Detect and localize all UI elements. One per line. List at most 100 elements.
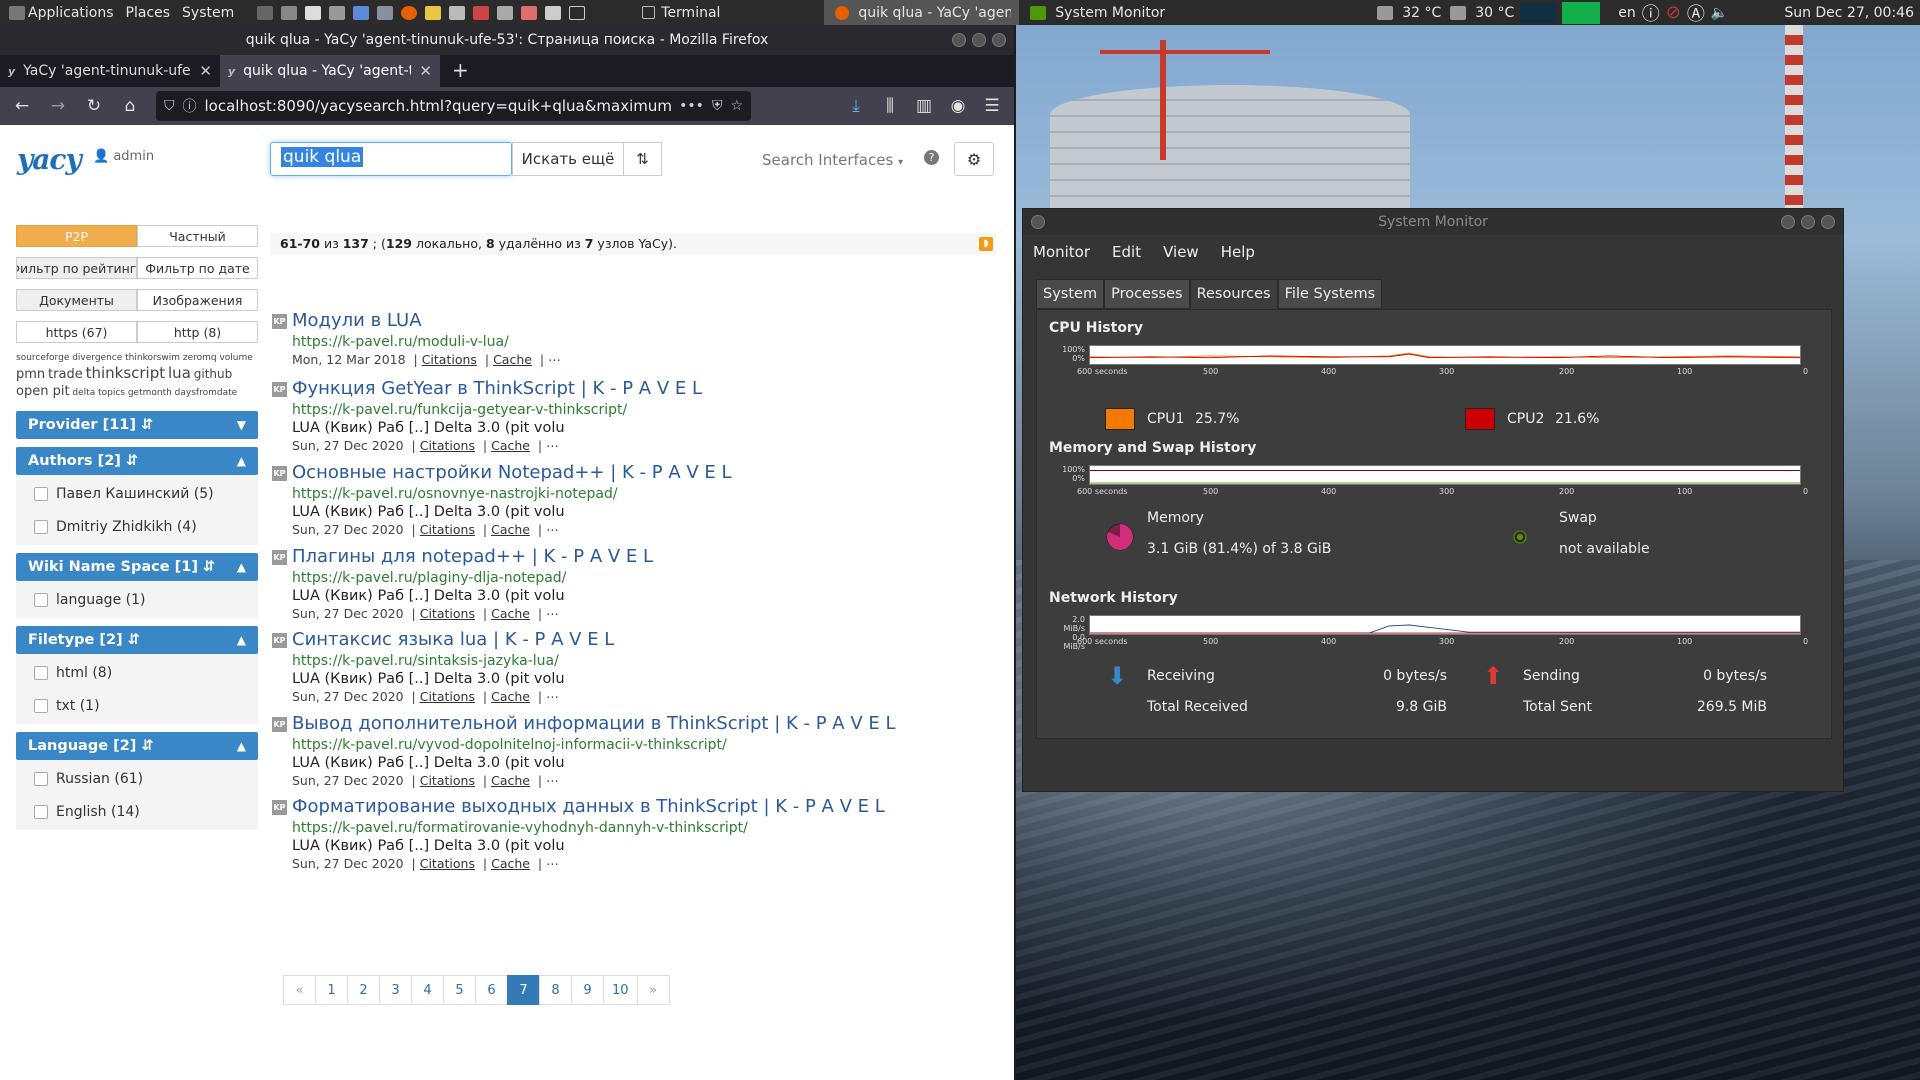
terminal-launcher-icon[interactable] <box>257 5 274 20</box>
filter-by-rank[interactable]: Фильтр по рейтингу <box>16 257 137 279</box>
chevron-up-icon[interactable]: ▲ <box>237 739 246 753</box>
result-url[interactable]: https://k-pavel.ru/sintaksis-jazyka-lua/ <box>292 653 559 669</box>
menu-help[interactable]: Help <box>1221 243 1255 261</box>
page-link[interactable]: 2 <box>347 975 380 1005</box>
calculator-launcher-icon[interactable] <box>281 5 298 20</box>
places-menu[interactable]: Places <box>120 0 177 25</box>
sort-icon[interactable]: ⇵ <box>142 738 154 754</box>
https-filter[interactable]: https (67) <box>16 321 137 343</box>
settings-gear-icon[interactable]: ⚙ <box>954 142 994 176</box>
tab-resources[interactable]: Resources <box>1189 279 1278 309</box>
applications-menu[interactable]: Applications <box>0 0 120 25</box>
sort-icon[interactable]: ⇵ <box>126 453 138 469</box>
cache-link[interactable]: Cache <box>493 352 532 367</box>
facet-item[interactable]: English (14) <box>16 795 258 828</box>
images-toggle[interactable]: Изображения <box>137 289 258 311</box>
result-title[interactable]: Функция GetYear в ThinkScript | K - P A … <box>292 378 702 399</box>
media-launcher-icon[interactable] <box>521 5 538 20</box>
page-link[interactable]: 10 <box>603 975 638 1005</box>
facet-checkbox[interactable] <box>34 771 48 786</box>
tab-file-systems[interactable]: File Systems <box>1277 279 1383 309</box>
citations-link[interactable]: Citations <box>420 438 475 453</box>
folder-launcher-icon[interactable] <box>425 5 442 20</box>
more-icon[interactable]: ⋯ <box>546 689 559 704</box>
more-icon[interactable]: ⋯ <box>546 438 559 453</box>
cache-link[interactable]: Cache <box>491 522 530 537</box>
tag-pmn[interactable]: pmn <box>16 367 45 382</box>
page-link[interactable]: « <box>283 975 316 1005</box>
url-text[interactable]: localhost:8090/yacysearch.html?query=qui… <box>205 97 672 115</box>
tag-open-pit[interactable]: open pit <box>16 384 70 399</box>
search-more-button[interactable]: Искать ещё <box>512 142 624 176</box>
more-icon[interactable]: ⋯ <box>546 522 559 537</box>
result-url[interactable]: https://k-pavel.ru/funkcija-getyear-v-th… <box>292 402 627 418</box>
tab-processes[interactable]: Processes <box>1104 279 1190 309</box>
editor-launcher-icon[interactable] <box>305 5 322 20</box>
sysmon-minimize-button[interactable] <box>1781 215 1795 229</box>
facet-item[interactable]: Dmitriy Zhidkikh (4) <box>16 510 258 543</box>
info-icon[interactable]: ⓘ <box>1642 0 1660 26</box>
page-link[interactable]: 1 <box>315 975 348 1005</box>
cache-link[interactable]: Cache <box>491 606 530 621</box>
more-icon[interactable]: ⋯ <box>548 352 561 367</box>
page-link[interactable]: 9 <box>571 975 604 1005</box>
account-icon[interactable]: ◉ <box>942 91 974 121</box>
more-icon[interactable]: ⋯ <box>546 606 559 621</box>
firefox-launcher-icon[interactable] <box>401 5 418 20</box>
sysmon-close-button[interactable] <box>1821 215 1835 229</box>
display-launcher-icon[interactable] <box>353 5 370 20</box>
page-link[interactable]: 3 <box>379 975 412 1005</box>
citations-link[interactable]: Citations <box>420 773 475 788</box>
home-icon[interactable]: ⌂ <box>114 91 146 121</box>
download-icon[interactable]: ⤓ <box>840 91 872 121</box>
new-tab-button[interactable]: + <box>440 55 481 87</box>
task-terminal[interactable]: Terminal <box>634 0 824 25</box>
more-icon[interactable]: ⋯ <box>546 773 559 788</box>
cache-link[interactable]: Cache <box>491 773 530 788</box>
tag-trade[interactable]: trade <box>48 367 83 382</box>
shield-icon[interactable]: ⛉ <box>164 98 175 114</box>
page-actions-icon[interactable]: ••• <box>679 98 704 114</box>
network-launcher-icon[interactable] <box>377 5 394 20</box>
tab-close-icon[interactable]: ✕ <box>199 62 212 80</box>
menu-monitor[interactable]: Monitor <box>1033 243 1090 261</box>
facet-item[interactable]: txt (1) <box>16 689 258 722</box>
sort-icon[interactable]: ⇅ <box>624 142 662 176</box>
back-icon[interactable]: ← <box>6 91 38 121</box>
site-info-icon[interactable]: ⓘ <box>183 96 197 116</box>
facet-header[interactable]: Authors [2] ⇵ ▲ <box>16 447 258 475</box>
close-button[interactable] <box>992 33 1006 47</box>
tab-search[interactable]: y quik qlua - YaCy 'agent-t ✕ <box>220 55 440 87</box>
page-link[interactable]: 6 <box>475 975 508 1005</box>
tag-thinkscript[interactable]: thinkscript <box>86 364 166 382</box>
accessibility-icon[interactable]: Ⓐ <box>1687 0 1705 26</box>
tab-yacy-home[interactable]: y YaCy 'agent-tinunuk-ufe ✕ <box>0 55 220 87</box>
reload-icon[interactable]: ↻ <box>78 91 110 121</box>
cpu1-color-swatch[interactable] <box>1105 408 1135 430</box>
task-firefox[interactable]: quik qlua - YaCy 'agent... <box>824 0 1020 25</box>
result-url[interactable]: https://k-pavel.ru/formatirovanie-vyhodn… <box>292 820 748 836</box>
p2p-toggle[interactable]: P2P <box>16 225 137 247</box>
keyboard-layout[interactable]: en <box>1618 5 1636 21</box>
tag-row-3[interactable]: delta topics getmonth daysfromdate <box>72 388 237 398</box>
facet-item[interactable]: Russian (61) <box>16 762 258 795</box>
facet-item[interactable]: Павел Кашинский (5) <box>16 477 258 510</box>
citations-link[interactable]: Citations <box>420 522 475 537</box>
private-toggle[interactable]: Частный <box>137 225 258 247</box>
facet-checkbox[interactable] <box>34 486 48 501</box>
chevron-down-icon[interactable]: ▼ <box>237 418 246 432</box>
facet-header[interactable]: Filetype [2] ⇵ ▲ <box>16 626 258 654</box>
search-interfaces-dropdown[interactable]: Search Interfaces ▾ <box>762 151 903 169</box>
sidebar-icon[interactable]: ▥ <box>908 91 940 121</box>
facet-checkbox[interactable] <box>34 804 48 819</box>
menu-icon[interactable]: ☰ <box>976 91 1008 121</box>
chevron-up-icon[interactable]: ▲ <box>237 633 246 647</box>
clock[interactable]: Sun Dec 27, 00:46 <box>1784 5 1914 21</box>
admin-link[interactable]: 👤 admin <box>93 149 154 164</box>
documents-toggle[interactable]: Документы <box>16 289 137 311</box>
sysmon-maximize-button[interactable] <box>1801 215 1815 229</box>
page-link[interactable]: » <box>636 975 670 1005</box>
tag-github[interactable]: github <box>194 367 232 381</box>
bookmark-star-icon[interactable]: ☆ <box>730 98 743 114</box>
minimize-button[interactable] <box>952 33 966 47</box>
